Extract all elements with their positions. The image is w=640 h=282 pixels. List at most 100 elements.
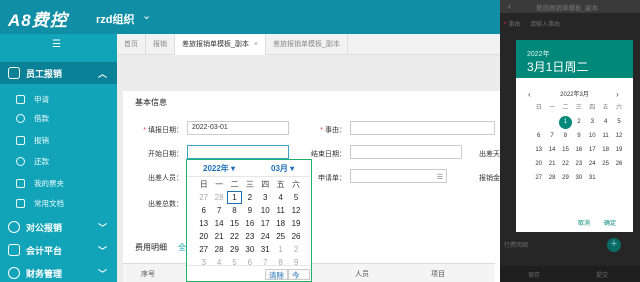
day-cell[interactable]: 14 <box>211 217 226 230</box>
day-cell[interactable]: 17 <box>586 143 599 157</box>
apply-input[interactable]: ☰ <box>350 169 447 183</box>
day-cell[interactable]: 3 <box>586 115 599 129</box>
sidebar-item-apply[interactable]: 申请 <box>0 90 117 108</box>
end-date-input[interactable] <box>350 145 462 159</box>
day-cell[interactable]: 27 <box>532 171 545 185</box>
sidebar-item-repay[interactable]: 还款 <box>0 152 117 170</box>
day-cell[interactable]: 14 <box>545 143 558 157</box>
day-cell[interactable]: 11 <box>273 204 288 217</box>
day-cell[interactable]: 3 <box>258 191 273 204</box>
day-cell[interactable]: 26 <box>288 230 303 243</box>
dialog-ok-button[interactable]: 确定 <box>604 218 616 227</box>
day-cell[interactable]: 28 <box>211 243 226 256</box>
tab-travel-template-2[interactable]: 差旅报销单模板_副本 <box>266 34 348 55</box>
org-selector[interactable]: rzd组织 <box>96 11 135 27</box>
day-cell[interactable]: 16 <box>242 217 257 230</box>
day-cell[interactable]: 9 <box>242 204 257 217</box>
day-cell[interactable]: 1 <box>273 243 288 256</box>
day-cell[interactable]: 21 <box>211 230 226 243</box>
day-cell[interactable]: 30 <box>572 171 585 185</box>
day-cell[interactable]: 15 <box>227 217 242 230</box>
day-cell[interactable]: 27 <box>196 191 211 204</box>
day-cell[interactable]: 7 <box>211 204 226 217</box>
day-cell[interactable]: 10 <box>258 204 273 217</box>
day-cell[interactable]: 22 <box>559 157 572 171</box>
sidebar-item-invoice-folder[interactable]: 我的票夹 <box>0 174 117 192</box>
day-cell[interactable]: 4 <box>273 191 288 204</box>
day-cell[interactable]: 27 <box>196 243 211 256</box>
sidebar-section-finance[interactable]: 财务管理 ﹀ <box>0 262 117 282</box>
day-cell[interactable]: 8 <box>559 129 572 143</box>
sidebar-item-reimburse[interactable]: 报销 <box>0 131 117 149</box>
dialog-cancel-button[interactable]: 取消 <box>578 218 590 227</box>
fill-date-input[interactable]: 2022-03-01 <box>187 121 289 135</box>
day-cell[interactable]: 31 <box>258 243 273 256</box>
day-cell[interactable]: 2 <box>242 191 257 204</box>
sidebar-section-employee-reimburse[interactable]: 员工报销 ︿ <box>0 62 117 84</box>
sidebar-section-corporate-reimburse[interactable]: 对公报销 ﹀ <box>0 216 117 238</box>
clear-button[interactable]: 清除 <box>265 269 288 280</box>
day-cell[interactable]: 13 <box>196 217 211 230</box>
day-cell[interactable]: 8 <box>227 204 242 217</box>
mobile-submit-button[interactable]: 提交 <box>596 270 608 279</box>
day-cell[interactable]: 24 <box>586 157 599 171</box>
reason-input[interactable] <box>350 121 495 135</box>
start-date-input[interactable] <box>187 145 289 159</box>
day-cell[interactable]: 2 <box>572 115 585 129</box>
day-cell[interactable]: 12 <box>612 129 625 143</box>
today-button[interactable]: 今天 <box>288 269 310 280</box>
tab-travel-template[interactable]: 差旅报销单模板_副本 × <box>175 34 266 55</box>
day-cell[interactable]: 15 <box>559 143 572 157</box>
day-cell[interactable]: 11 <box>599 129 612 143</box>
sidebar-item-common-docs[interactable]: 常用文档 <box>0 194 117 212</box>
day-cell[interactable]: 5 <box>288 191 303 204</box>
day-cell[interactable]: 25 <box>599 157 612 171</box>
list-icon[interactable]: ☰ <box>437 172 443 184</box>
next-month-icon[interactable]: › <box>616 90 619 99</box>
day-cell[interactable]: 20 <box>196 230 211 243</box>
day-cell[interactable]: 22 <box>227 230 242 243</box>
day-cell[interactable]: 10 <box>586 129 599 143</box>
day-cell[interactable]: 6 <box>196 204 211 217</box>
sidebar-section-accounting[interactable]: 会计平台 ﹀ <box>0 239 117 261</box>
day-cell[interactable]: 5 <box>612 115 625 129</box>
day-cell[interactable]: 4 <box>599 115 612 129</box>
day-cell[interactable]: 29 <box>559 171 572 185</box>
day-cell[interactable]: 26 <box>612 157 625 171</box>
day-cell[interactable]: 6 <box>532 129 545 143</box>
tab-home[interactable]: 首页 <box>117 34 146 55</box>
menu-toggle-icon[interactable]: ☰ <box>52 39 61 50</box>
day-cell[interactable]: 9 <box>572 129 585 143</box>
fee-all-link[interactable]: 全 <box>178 242 186 253</box>
day-cell-selected[interactable]: 1 <box>226 191 243 204</box>
day-cell[interactable]: 18 <box>273 217 288 230</box>
day-cell[interactable]: 31 <box>586 171 599 185</box>
day-cell[interactable]: 13 <box>532 143 545 157</box>
day-cell-selected[interactable]: 1 <box>559 115 573 129</box>
day-cell[interactable]: 17 <box>258 217 273 230</box>
day-cell[interactable]: 16 <box>572 143 585 157</box>
day-cell[interactable]: 19 <box>288 217 303 230</box>
close-icon[interactable]: × <box>254 41 258 48</box>
year-select[interactable]: 2022年 ▾ <box>203 163 235 174</box>
day-cell[interactable]: 25 <box>273 230 288 243</box>
day-cell[interactable]: 19 <box>612 143 625 157</box>
day-cell[interactable]: 28 <box>545 171 558 185</box>
month-select[interactable]: 03月 ▾ <box>271 163 294 174</box>
day-cell[interactable]: 23 <box>242 230 257 243</box>
day-cell[interactable]: 12 <box>288 204 303 217</box>
day-cell[interactable]: 24 <box>258 230 273 243</box>
day-cell[interactable]: 21 <box>545 157 558 171</box>
chevron-down-icon[interactable]: ⌄ <box>142 9 151 22</box>
tab-reimburse[interactable]: 报销 <box>146 34 175 55</box>
add-icon[interactable]: + <box>607 238 621 252</box>
mobile-save-button[interactable]: 保存 <box>528 270 540 279</box>
day-cell[interactable]: 29 <box>227 243 242 256</box>
day-cell[interactable]: 23 <box>572 157 585 171</box>
back-arrow-icon[interactable]: ‹ <box>508 1 511 11</box>
day-cell[interactable]: 30 <box>242 243 257 256</box>
day-cell[interactable]: 18 <box>599 143 612 157</box>
day-cell[interactable]: 20 <box>532 157 545 171</box>
day-cell[interactable]: 28 <box>211 191 226 204</box>
mobile-reason-placeholder[interactable]: 请输入事由 <box>530 19 560 28</box>
